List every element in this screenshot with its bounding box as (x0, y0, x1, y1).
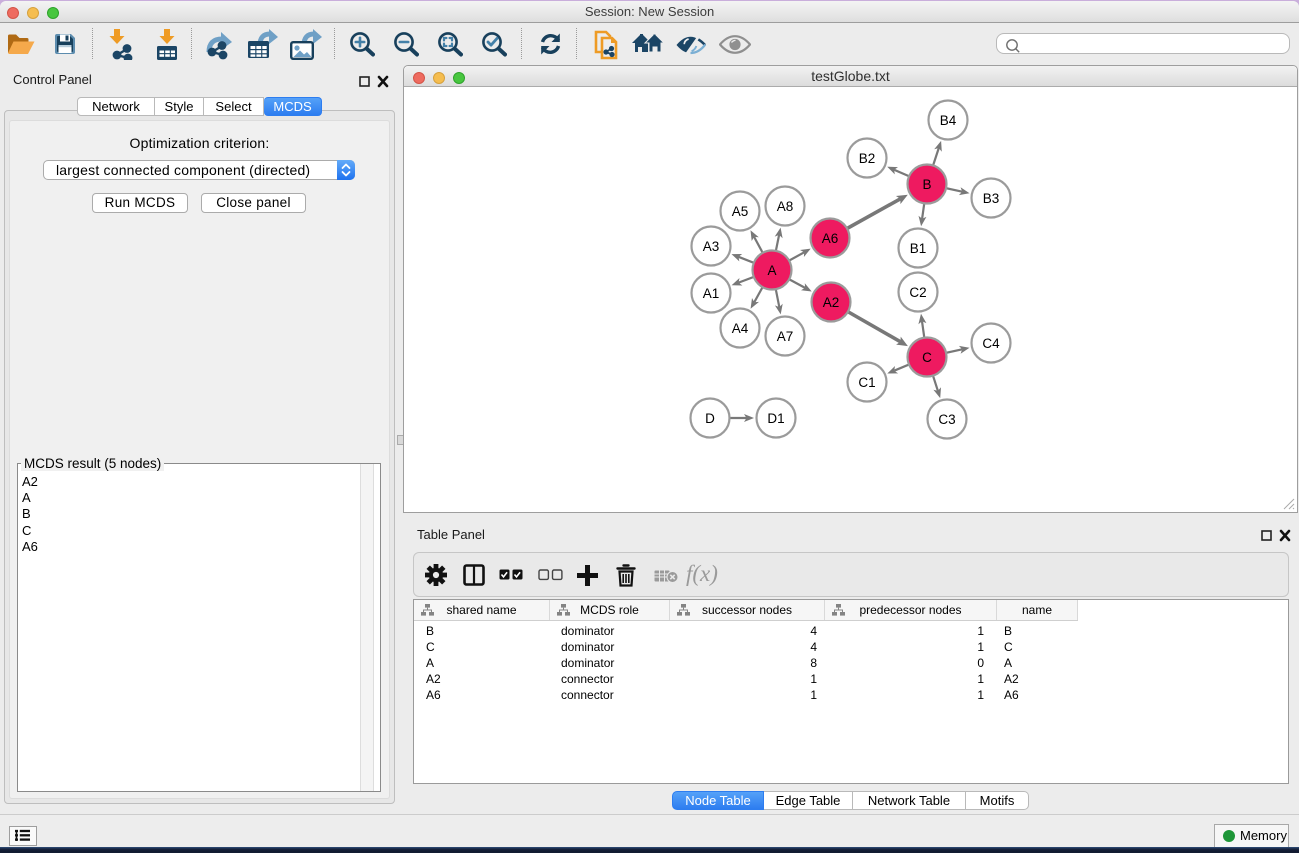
svg-text:A1: A1 (703, 286, 720, 301)
svg-text:D1: D1 (767, 411, 784, 426)
svg-text:C4: C4 (982, 336, 1000, 351)
svg-text:B: B (922, 177, 931, 192)
svg-text:B4: B4 (940, 113, 957, 128)
svg-text:B3: B3 (983, 191, 1000, 206)
svg-text:A8: A8 (777, 199, 794, 214)
svg-text:C3: C3 (938, 412, 955, 427)
svg-text:A6: A6 (822, 231, 839, 246)
svg-text:A: A (767, 263, 776, 278)
svg-text:A5: A5 (732, 204, 749, 219)
svg-text:A4: A4 (732, 321, 749, 336)
svg-text:C1: C1 (858, 375, 875, 390)
svg-text:C2: C2 (909, 285, 926, 300)
svg-text:A7: A7 (777, 329, 794, 344)
svg-text:A3: A3 (703, 239, 720, 254)
svg-text:A2: A2 (823, 295, 840, 310)
svg-text:B1: B1 (910, 241, 927, 256)
svg-text:C: C (922, 350, 932, 365)
svg-text:D: D (705, 411, 715, 426)
svg-text:B2: B2 (859, 151, 876, 166)
